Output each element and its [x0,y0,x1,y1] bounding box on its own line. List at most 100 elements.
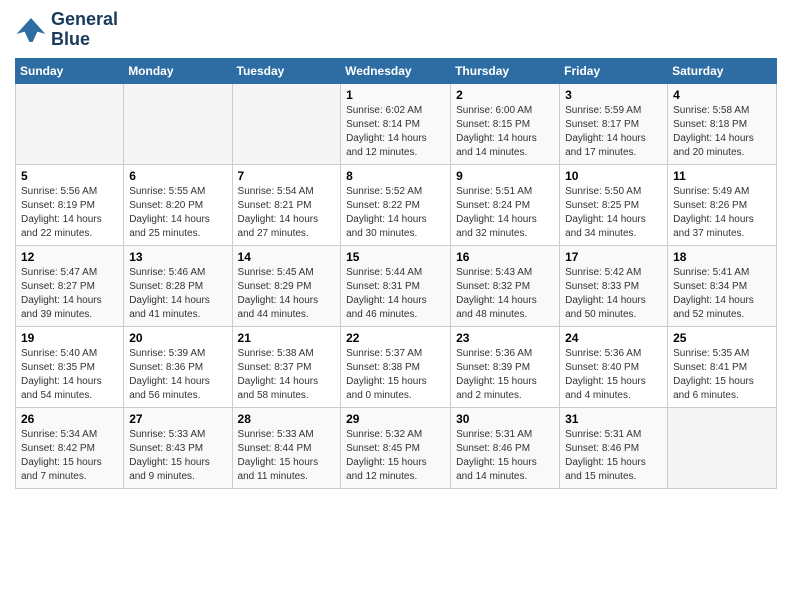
day-info: Sunrise: 5:49 AM Sunset: 8:26 PM Dayligh… [673,185,771,241]
calendar-day-cell: 13 Sunrise: 5:46 AM Sunset: 8:28 PM Dayli… [124,245,232,326]
day-number: 21 [238,331,336,345]
day-of-week-header: Sunday [16,58,124,83]
day-info: Sunrise: 5:54 AM Sunset: 8:21 PM Dayligh… [238,185,336,241]
calendar-day-cell: 15 Sunrise: 5:44 AM Sunset: 8:31 PM Dayli… [341,245,451,326]
calendar-day-cell: 6 Sunrise: 5:55 AM Sunset: 8:20 PM Daylig… [124,164,232,245]
calendar-day-cell: 16Sunrise: 5:43 AM Sunset: 8:32 PM Dayli… [451,245,560,326]
calendar-day-cell: 23 Sunrise: 5:36 AM Sunset: 8:39 PM Dayli… [451,326,560,407]
calendar-table: SundayMondayTuesdayWednesdayThursdayFrid… [15,58,777,489]
day-info: Sunrise: 5:51 AM Sunset: 8:24 PM Dayligh… [456,185,554,241]
calendar-day-cell: 4 Sunrise: 5:58 AM Sunset: 8:18 PM Daylig… [668,83,777,164]
calendar-day-cell: 29 Sunrise: 5:32 AM Sunset: 8:45 PM Dayli… [341,407,451,488]
calendar-week-row: 12 Sunrise: 5:47 AM Sunset: 8:27 PM Dayli… [16,245,777,326]
day-of-week-header: Wednesday [341,58,451,83]
calendar-day-cell: 21 Sunrise: 5:38 AM Sunset: 8:37 PM Dayli… [232,326,341,407]
day-number: 17 [565,250,662,264]
calendar-day-cell: 14Sunrise: 5:45 AM Sunset: 8:29 PM Dayli… [232,245,341,326]
day-number: 15 [346,250,445,264]
calendar-day-cell: 5Sunrise: 5:56 AM Sunset: 8:19 PM Daylig… [16,164,124,245]
day-info: Sunrise: 5:55 AM Sunset: 8:20 PM Dayligh… [129,185,226,241]
calendar-day-cell [124,83,232,164]
calendar-day-cell: 11 Sunrise: 5:49 AM Sunset: 8:26 PM Dayli… [668,164,777,245]
day-number: 20 [129,331,226,345]
day-of-week-header: Saturday [668,58,777,83]
calendar-day-cell: 26 Sunrise: 5:34 AM Sunset: 8:42 PM Dayli… [16,407,124,488]
day-number: 3 [565,88,662,102]
calendar-day-cell: 22 Sunrise: 5:37 AM Sunset: 8:38 PM Dayli… [341,326,451,407]
day-number: 30 [456,412,554,426]
calendar-day-cell: 10 Sunrise: 5:50 AM Sunset: 8:25 PM Dayli… [560,164,668,245]
calendar-day-cell: 1 Sunrise: 6:02 AM Sunset: 8:14 PM Daylig… [341,83,451,164]
day-number: 9 [456,169,554,183]
day-info: Sunrise: 5:39 AM Sunset: 8:36 PM Dayligh… [129,347,226,403]
day-info: Sunrise: 5:47 AM Sunset: 8:27 PM Dayligh… [21,266,118,322]
day-number: 26 [21,412,118,426]
day-number: 10 [565,169,662,183]
calendar-day-cell: 27Sunrise: 5:33 AM Sunset: 8:43 PM Dayli… [124,407,232,488]
day-number: 31 [565,412,662,426]
day-number: 18 [673,250,771,264]
day-number: 27 [129,412,226,426]
logo: General Blue [15,10,118,50]
day-info: Sunrise: 5:59 AM Sunset: 8:17 PM Dayligh… [565,104,662,160]
day-info: Sunrise: 5:32 AM Sunset: 8:45 PM Dayligh… [346,428,445,484]
logo-text: General Blue [51,10,118,50]
calendar-day-cell: 25Sunrise: 5:35 AM Sunset: 8:41 PM Dayli… [668,326,777,407]
day-info: Sunrise: 5:44 AM Sunset: 8:31 PM Dayligh… [346,266,445,322]
day-info: Sunrise: 5:38 AM Sunset: 8:37 PM Dayligh… [238,347,336,403]
day-info: Sunrise: 5:46 AM Sunset: 8:28 PM Dayligh… [129,266,226,322]
day-number: 23 [456,331,554,345]
logo-icon [15,14,47,46]
day-number: 29 [346,412,445,426]
page-header: General Blue [15,10,777,50]
day-number: 8 [346,169,445,183]
calendar-day-cell: 19 Sunrise: 5:40 AM Sunset: 8:35 PM Dayli… [16,326,124,407]
day-info: Sunrise: 5:31 AM Sunset: 8:46 PM Dayligh… [456,428,554,484]
day-info: Sunrise: 5:36 AM Sunset: 8:40 PM Dayligh… [565,347,662,403]
calendar-week-row: 19 Sunrise: 5:40 AM Sunset: 8:35 PM Dayli… [16,326,777,407]
day-info: Sunrise: 5:52 AM Sunset: 8:22 PM Dayligh… [346,185,445,241]
calendar-day-cell [668,407,777,488]
day-info: Sunrise: 5:58 AM Sunset: 8:18 PM Dayligh… [673,104,771,160]
day-info: Sunrise: 5:45 AM Sunset: 8:29 PM Dayligh… [238,266,336,322]
day-of-week-header: Tuesday [232,58,341,83]
day-of-week-header: Monday [124,58,232,83]
calendar-day-cell: 30 Sunrise: 5:31 AM Sunset: 8:46 PM Dayli… [451,407,560,488]
calendar-day-cell: 17Sunrise: 5:42 AM Sunset: 8:33 PM Dayli… [560,245,668,326]
day-info: Sunrise: 5:36 AM Sunset: 8:39 PM Dayligh… [456,347,554,403]
day-number: 25 [673,331,771,345]
day-number: 19 [21,331,118,345]
calendar-day-cell: 8 Sunrise: 5:52 AM Sunset: 8:22 PM Daylig… [341,164,451,245]
day-number: 13 [129,250,226,264]
day-info: Sunrise: 5:50 AM Sunset: 8:25 PM Dayligh… [565,185,662,241]
calendar-week-row: 26 Sunrise: 5:34 AM Sunset: 8:42 PM Dayli… [16,407,777,488]
day-info: Sunrise: 5:34 AM Sunset: 8:42 PM Dayligh… [21,428,118,484]
day-info: Sunrise: 5:41 AM Sunset: 8:34 PM Dayligh… [673,266,771,322]
calendar-day-cell: 12 Sunrise: 5:47 AM Sunset: 8:27 PM Dayli… [16,245,124,326]
day-number: 6 [129,169,226,183]
day-info: Sunrise: 5:37 AM Sunset: 8:38 PM Dayligh… [346,347,445,403]
day-info: Sunrise: 5:40 AM Sunset: 8:35 PM Dayligh… [21,347,118,403]
day-number: 7 [238,169,336,183]
calendar-week-row: 5Sunrise: 5:56 AM Sunset: 8:19 PM Daylig… [16,164,777,245]
day-of-week-header: Thursday [451,58,560,83]
day-info: Sunrise: 5:31 AM Sunset: 8:46 PM Dayligh… [565,428,662,484]
day-number: 16 [456,250,554,264]
calendar-day-cell [232,83,341,164]
day-number: 22 [346,331,445,345]
calendar-header-row: SundayMondayTuesdayWednesdayThursdayFrid… [16,58,777,83]
day-info: Sunrise: 5:56 AM Sunset: 8:19 PM Dayligh… [21,185,118,241]
day-number: 12 [21,250,118,264]
calendar-day-cell: 9 Sunrise: 5:51 AM Sunset: 8:24 PM Daylig… [451,164,560,245]
day-number: 11 [673,169,771,183]
day-number: 28 [238,412,336,426]
day-info: Sunrise: 6:02 AM Sunset: 8:14 PM Dayligh… [346,104,445,160]
calendar-day-cell: 28 Sunrise: 5:33 AM Sunset: 8:44 PM Dayli… [232,407,341,488]
day-number: 4 [673,88,771,102]
calendar-week-row: 1 Sunrise: 6:02 AM Sunset: 8:14 PM Daylig… [16,83,777,164]
calendar-day-cell: 20 Sunrise: 5:39 AM Sunset: 8:36 PM Dayli… [124,326,232,407]
day-info: Sunrise: 5:33 AM Sunset: 8:44 PM Dayligh… [238,428,336,484]
day-number: 24 [565,331,662,345]
day-number: 1 [346,88,445,102]
calendar-day-cell: 31 Sunrise: 5:31 AM Sunset: 8:46 PM Dayli… [560,407,668,488]
